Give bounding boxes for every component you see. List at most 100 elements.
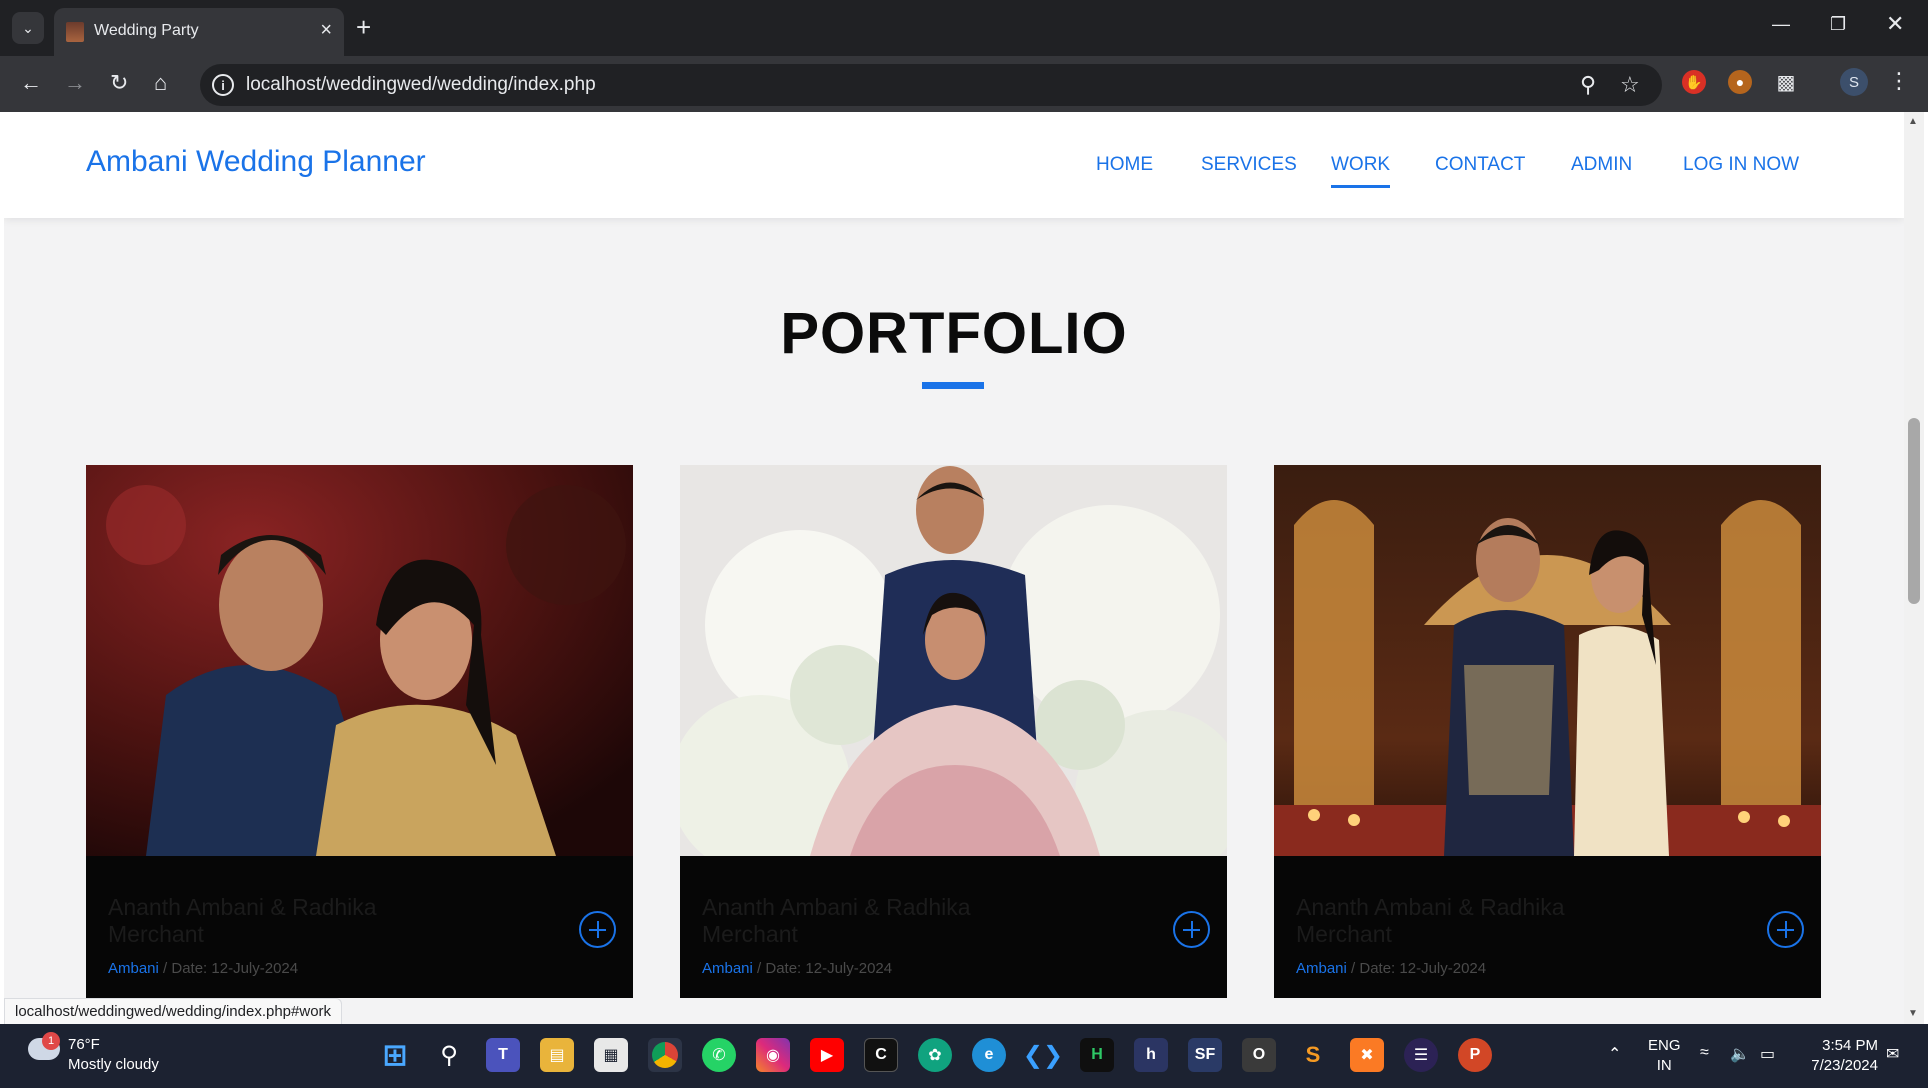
reload-icon[interactable]: ↻ (110, 70, 128, 96)
eclipse-icon[interactable]: ☰ (1404, 1038, 1438, 1072)
tab-search-dropdown-icon[interactable]: ⌄ (12, 12, 44, 44)
portfolio-card[interactable]: Ananth Ambani & Radhika Merchant Ambani … (680, 465, 1227, 998)
volume-icon[interactable]: 🔈 (1730, 1044, 1750, 1064)
notes-h-icon[interactable]: h (1134, 1038, 1168, 1072)
extensions-puzzle-icon[interactable]: ▩ (1774, 70, 1798, 94)
portfolio-caption: Ananth Ambani & Radhika Merchant Ambani … (86, 856, 633, 998)
page-scrollbar[interactable]: ▲ ▼ (1904, 112, 1924, 1024)
tab-close-icon[interactable]: × (320, 20, 332, 40)
portfolio-photo (680, 465, 1227, 856)
portfolio-caption: Ananth Ambani & Radhika Merchant Ambani … (1274, 856, 1821, 998)
profile-avatar[interactable]: S (1840, 68, 1868, 96)
windows-taskbar: 1 76°F Mostly cloudy ⊞ ⚲ T ▤ ▦ ✆ ◉ ▶ C ✿… (0, 1024, 1928, 1088)
store-icon[interactable]: ▦ (594, 1038, 628, 1072)
title-underline (922, 382, 984, 389)
new-tab-icon[interactable]: + (356, 14, 371, 40)
weather-description[interactable]: Mostly cloudy (68, 1056, 159, 1073)
tab-title: Wedding Party (94, 22, 199, 39)
extension-cookie-icon[interactable]: ● (1728, 70, 1752, 94)
url-text[interactable]: localhost/weddingwed/wedding/index.php (246, 74, 596, 96)
scrollbar-thumb[interactable] (1908, 418, 1920, 604)
browser-toolbar: ← → ↻ ⌂ i localhost/weddingwed/wedding/i… (0, 56, 1928, 112)
xampp-icon[interactable]: ✖ (1350, 1038, 1384, 1072)
address-bar[interactable]: i localhost/weddingwed/wedding/index.php… (200, 64, 1662, 106)
capcut-icon[interactable]: C (864, 1038, 898, 1072)
nav-home[interactable]: HOME (1096, 154, 1153, 176)
site-brand-link[interactable]: Ambani Wedding Planner (86, 145, 426, 179)
nav-services[interactable]: SERVICES (1201, 154, 1297, 176)
browser-tab[interactable]: Wedding Party × (54, 8, 344, 56)
input-language[interactable]: ENG IN (1648, 1036, 1681, 1076)
expand-plus-icon[interactable] (1767, 911, 1804, 948)
bookmark-star-icon[interactable]: ☆ (1620, 72, 1640, 98)
portfolio-date: / Date: 12-July-2024 (1351, 960, 1487, 977)
portfolio-date: / Date: 12-July-2024 (757, 960, 893, 977)
link-status-bubble: localhost/weddingwed/wedding/index.php#w… (4, 998, 343, 1026)
portfolio-caption: Ananth Ambani & Radhika Merchant Ambani … (680, 856, 1227, 998)
portfolio-photo (86, 465, 633, 856)
app-o-icon[interactable]: O (1242, 1038, 1276, 1072)
portfolio-card-meta: Ambani / Date: 12-July-2024 (702, 960, 892, 977)
tab-favicon-icon (66, 22, 84, 42)
portfolio-card-meta: Ambani / Date: 12-July-2024 (108, 960, 298, 977)
expand-plus-icon[interactable] (1173, 911, 1210, 948)
search-icon[interactable]: ⚲ (432, 1038, 466, 1072)
battery-icon[interactable]: ▭ (1760, 1044, 1775, 1064)
portfolio-card-title: Ananth Ambani & Radhika Merchant (1296, 894, 1565, 947)
hackerrank-icon[interactable]: H (1080, 1038, 1114, 1072)
nav-contact[interactable]: CONTACT (1435, 154, 1525, 176)
whatsapp-icon[interactable]: ✆ (702, 1038, 736, 1072)
wifi-icon[interactable]: ≈ (1700, 1044, 1709, 1062)
portfolio-card-title: Ananth Ambani & Radhika Merchant (702, 894, 971, 947)
edge-icon[interactable]: e (972, 1038, 1006, 1072)
sublime-icon[interactable]: S (1296, 1038, 1330, 1072)
clock-date: 7/23/2024 (1811, 1057, 1878, 1074)
portfolio-category-link[interactable]: Ambani (1296, 960, 1347, 977)
zoom-icon[interactable]: ⚲ (1580, 72, 1596, 98)
nav-login[interactable]: LOG IN NOW (1683, 154, 1799, 176)
portfolio-category-link[interactable]: Ambani (108, 960, 159, 977)
close-window-icon[interactable]: ✕ (1886, 11, 1904, 37)
expand-plus-icon[interactable] (579, 911, 616, 948)
weather-temperature[interactable]: 76°F (68, 1036, 100, 1053)
file-explorer-icon[interactable]: ▤ (540, 1038, 574, 1072)
extension-stop-icon[interactable]: ✋ (1682, 70, 1706, 94)
chrome-icon[interactable] (648, 1038, 682, 1072)
back-icon[interactable]: ← (20, 70, 42, 96)
portfolio-title: PORTFOLIO (780, 301, 1128, 366)
portfolio-card[interactable]: Ananth Ambani & Radhika Merchant Ambani … (1274, 465, 1821, 998)
portfolio-date: / Date: 12-July-2024 (163, 960, 299, 977)
youtube-icon[interactable]: ▶ (810, 1038, 844, 1072)
teams-icon[interactable]: T (486, 1038, 520, 1072)
chatgpt-icon[interactable]: ✿ (918, 1038, 952, 1072)
minimize-icon[interactable]: — (1772, 14, 1790, 35)
vscode-icon[interactable]: ❮❯ (1023, 1038, 1063, 1072)
portfolio-card-meta: Ambani / Date: 12-July-2024 (1296, 960, 1486, 977)
portfolio-category-link[interactable]: Ambani (702, 960, 753, 977)
clock-time: 3:54 PM (1822, 1037, 1878, 1054)
sf-app-icon[interactable]: SF (1188, 1038, 1222, 1072)
scroll-up-arrow-icon[interactable]: ▲ (1908, 116, 1918, 127)
portfolio-card[interactable]: Ananth Ambani & Radhika Merchant Ambani … (86, 465, 633, 998)
forward-icon[interactable]: → (64, 70, 86, 96)
web-page: Ambani Wedding Planner HOME SERVICES WOR… (4, 112, 1904, 1024)
home-icon[interactable]: ⌂ (154, 70, 167, 96)
lang-region: IN (1656, 1057, 1672, 1074)
lang-code: ENG (1648, 1037, 1681, 1054)
system-clock[interactable]: 3:54 PM 7/23/2024 (1800, 1036, 1878, 1076)
windows-start-icon[interactable]: ⊞ (378, 1038, 412, 1072)
restore-icon[interactable]: ❐ (1830, 14, 1846, 35)
show-hidden-icons-icon[interactable]: ⌃ (1608, 1044, 1621, 1064)
weather-badge: 1 (42, 1032, 60, 1050)
site-info-icon[interactable]: i (212, 74, 234, 96)
browser-menu-icon[interactable]: ⋮ (1888, 68, 1910, 94)
portfolio-photo (1274, 465, 1821, 856)
notification-bell-icon[interactable]: ✉ (1886, 1044, 1899, 1064)
scroll-down-arrow-icon[interactable]: ▼ (1908, 1008, 1918, 1019)
instagram-icon[interactable]: ◉ (756, 1038, 790, 1072)
nav-work[interactable]: WORK (1331, 154, 1391, 188)
nav-admin[interactable]: ADMIN (1571, 154, 1632, 176)
site-header: Ambani Wedding Planner HOME SERVICES WOR… (4, 112, 1904, 218)
portfolio-card-title: Ananth Ambani & Radhika Merchant (108, 894, 377, 947)
powerpoint-icon[interactable]: P (1458, 1038, 1492, 1072)
